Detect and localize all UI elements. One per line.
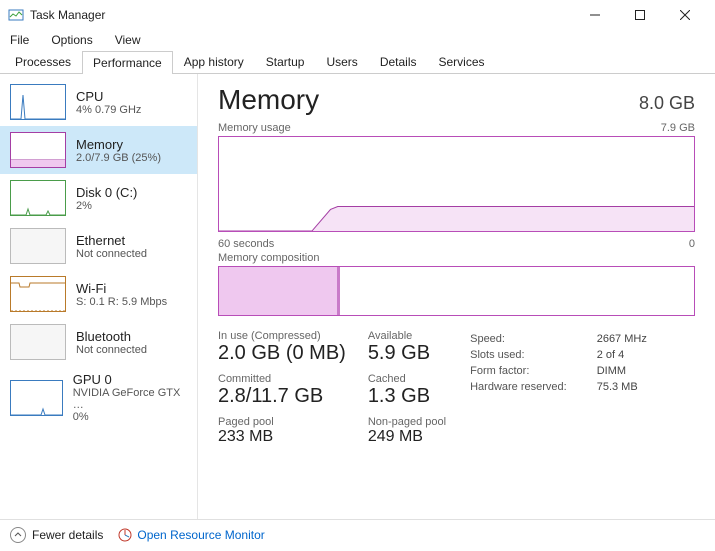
chevron-up-icon	[10, 527, 26, 543]
memory-spec-table: Speed:2667 MHz Slots used:2 of 4 Form fa…	[468, 330, 649, 396]
sidebar: CPU 4% 0.79 GHz Memory 2.0/7.9 GB (25%) …	[0, 74, 198, 519]
maximize-button[interactable]	[617, 0, 662, 30]
menu-options[interactable]: Options	[47, 31, 96, 49]
minimize-button[interactable]	[572, 0, 617, 30]
cpu-thumb-icon	[10, 84, 66, 120]
sidebar-item-text: Wi-Fi S: 0.1 R: 5.9 Mbps	[76, 281, 167, 308]
tab-performance[interactable]: Performance	[82, 51, 173, 74]
sidebar-item-sub: NVIDIA GeForce GTX …	[73, 387, 187, 411]
sidebar-item-text: Disk 0 (C:) 2%	[76, 185, 137, 212]
cached-label: Cached	[368, 373, 446, 385]
sidebar-item-text: GPU 0 NVIDIA GeForce GTX … 0%	[73, 372, 187, 423]
stats-row: In use (Compressed) 2.0 GB (0 MB) Commit…	[218, 330, 695, 452]
sidebar-item-sub: Not connected	[76, 248, 147, 260]
memory-composition-graph[interactable]	[218, 266, 695, 316]
tab-services[interactable]: Services	[428, 50, 496, 73]
ethernet-thumb-icon	[10, 228, 66, 264]
available-label: Available	[368, 330, 446, 342]
tab-users[interactable]: Users	[315, 50, 368, 73]
sidebar-item-bluetooth[interactable]: Bluetooth Not connected	[0, 318, 197, 366]
inuse-label: In use (Compressed)	[218, 330, 346, 342]
tab-startup[interactable]: Startup	[255, 50, 316, 73]
menu-bar: File Options View	[0, 30, 715, 50]
sidebar-item-gpu[interactable]: GPU 0 NVIDIA GeForce GTX … 0%	[0, 366, 197, 429]
sidebar-item-title: Memory	[76, 137, 161, 152]
tab-processes[interactable]: Processes	[4, 50, 82, 73]
bluetooth-thumb-icon	[10, 324, 66, 360]
app-icon	[8, 7, 24, 23]
committed-value: 2.8/11.7 GB	[218, 385, 346, 408]
tab-details[interactable]: Details	[369, 50, 428, 73]
sidebar-item-title: Disk 0 (C:)	[76, 185, 137, 200]
sidebar-item-title: CPU	[76, 89, 141, 104]
menu-view[interactable]: View	[111, 31, 145, 49]
usage-label: Memory usage	[218, 122, 291, 134]
sidebar-item-sub: S: 0.1 R: 5.9 Mbps	[76, 296, 167, 308]
memory-usage-graph[interactable]	[218, 136, 695, 232]
fewer-details-label: Fewer details	[32, 528, 103, 542]
time-left: 60 seconds	[218, 238, 274, 250]
form-value: DIMM	[597, 364, 647, 378]
hwres-value: 75.3 MB	[597, 380, 647, 394]
speed-value: 2667 MHz	[597, 332, 647, 346]
sidebar-item-memory[interactable]: Memory 2.0/7.9 GB (25%)	[0, 126, 197, 174]
open-resource-monitor-label: Open Resource Monitor	[137, 528, 264, 542]
sidebar-item-text: Ethernet Not connected	[76, 233, 147, 260]
menu-file[interactable]: File	[6, 31, 33, 49]
memory-capacity: 8.0 GB	[639, 93, 695, 114]
cached-value: 1.3 GB	[368, 385, 446, 408]
composition-label: Memory composition	[218, 252, 319, 264]
sidebar-item-cpu[interactable]: CPU 4% 0.79 GHz	[0, 78, 197, 126]
resource-monitor-icon	[117, 527, 133, 543]
main-panel: Memory 8.0 GB Memory usage 7.9 GB 60 seco…	[198, 74, 715, 519]
sidebar-item-ethernet[interactable]: Ethernet Not connected	[0, 222, 197, 270]
hwres-key: Hardware reserved:	[470, 380, 595, 394]
comp-divider	[338, 267, 340, 315]
sidebar-item-sub: 2%	[76, 200, 137, 212]
open-resource-monitor-link[interactable]: Open Resource Monitor	[117, 527, 264, 543]
slots-key: Slots used:	[470, 348, 595, 362]
inuse-value: 2.0 GB (0 MB)	[218, 342, 346, 365]
tab-strip: Processes Performance App history Startu…	[0, 50, 715, 74]
paged-label: Paged pool	[218, 416, 346, 428]
sidebar-item-title: GPU 0	[73, 372, 187, 387]
wifi-thumb-icon	[10, 276, 66, 312]
content: CPU 4% 0.79 GHz Memory 2.0/7.9 GB (25%) …	[0, 74, 715, 519]
footer: Fewer details Open Resource Monitor	[0, 519, 715, 549]
disk-thumb-icon	[10, 180, 66, 216]
sidebar-item-text: CPU 4% 0.79 GHz	[76, 89, 141, 116]
time-right: 0	[689, 238, 695, 250]
gpu-thumb-icon	[10, 380, 63, 416]
sidebar-item-title: Bluetooth	[76, 329, 147, 344]
speed-key: Speed:	[470, 332, 595, 346]
slots-value: 2 of 4	[597, 348, 647, 362]
form-key: Form factor:	[470, 364, 595, 378]
usage-max: 7.9 GB	[661, 122, 695, 134]
sidebar-item-sub: 2.0/7.9 GB (25%)	[76, 152, 161, 164]
window-title: Task Manager	[30, 8, 572, 22]
sidebar-item-sub: Not connected	[76, 344, 147, 356]
paged-value: 233 MB	[218, 428, 346, 446]
title-bar: Task Manager	[0, 0, 715, 30]
sidebar-item-disk[interactable]: Disk 0 (C:) 2%	[0, 174, 197, 222]
close-button[interactable]	[662, 0, 707, 30]
sidebar-item-title: Ethernet	[76, 233, 147, 248]
memory-thumb-icon	[10, 132, 66, 168]
page-title: Memory	[218, 84, 319, 116]
sidebar-item-wifi[interactable]: Wi-Fi S: 0.1 R: 5.9 Mbps	[0, 270, 197, 318]
fewer-details-button[interactable]: Fewer details	[10, 527, 103, 543]
tab-apphistory[interactable]: App history	[173, 50, 255, 73]
nonpaged-value: 249 MB	[368, 428, 446, 446]
available-value: 5.9 GB	[368, 342, 446, 365]
sidebar-item-text: Memory 2.0/7.9 GB (25%)	[76, 137, 161, 164]
sidebar-item-text: Bluetooth Not connected	[76, 329, 147, 356]
comp-inuse-segment	[219, 267, 338, 315]
sidebar-item-sub2: 0%	[73, 411, 187, 423]
nonpaged-label: Non-paged pool	[368, 416, 446, 428]
committed-label: Committed	[218, 373, 346, 385]
sidebar-item-sub: 4% 0.79 GHz	[76, 104, 141, 116]
sidebar-item-title: Wi-Fi	[76, 281, 167, 296]
